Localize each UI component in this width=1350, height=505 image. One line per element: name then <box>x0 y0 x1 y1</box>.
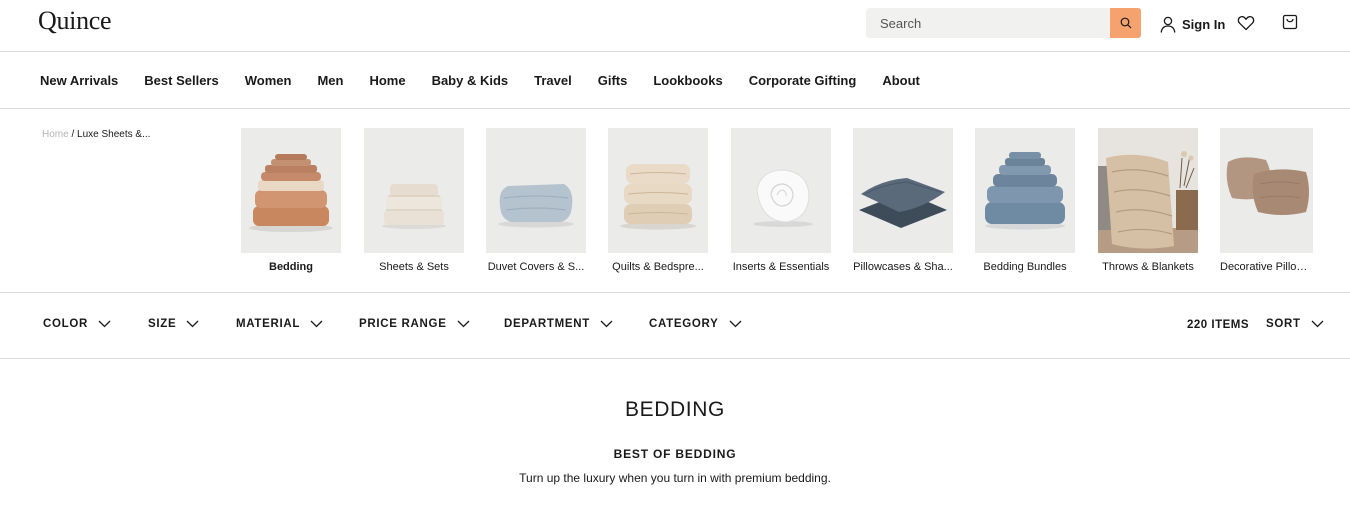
filter-bar: COLOR SIZE MATERIAL PRICE RANGE DEPARTME… <box>0 293 1350 359</box>
category-tile-bedding-bundles[interactable]: Bedding Bundles <box>975 128 1075 273</box>
page-title: BEDDING <box>625 398 725 421</box>
items-count: 220 ITEMS <box>1187 319 1250 331</box>
chevron-down-icon <box>1311 320 1324 328</box>
category-label: Bedding <box>269 261 313 273</box>
folded-bedding-stack-image <box>241 128 341 253</box>
nav-item-about[interactable]: About <box>882 73 920 88</box>
search-input[interactable] <box>866 8 1110 38</box>
page-subtitle: BEST OF BEDDING <box>613 447 737 461</box>
decorative-pillow-image <box>1220 128 1313 253</box>
chevron-down-icon <box>186 320 199 328</box>
search-bar <box>866 8 1141 38</box>
sign-in-link[interactable]: Sign In <box>1160 14 1225 34</box>
category-label: Inserts & Essentials <box>732 261 830 273</box>
sort-dropdown[interactable]: SORT <box>1266 318 1324 330</box>
category-tile-throws[interactable]: Throws & Blankets <box>1098 128 1198 273</box>
nav-item-travel[interactable]: Travel <box>534 73 572 88</box>
filter-size[interactable]: SIZE <box>148 318 199 330</box>
filter-label: DEPARTMENT <box>504 318 591 330</box>
category-tile-inserts[interactable]: Inserts & Essentials <box>731 128 831 273</box>
nav-item-new-arrivals[interactable]: New Arrivals <box>40 73 118 88</box>
breadcrumb: Home / Luxe Sheets &... <box>42 129 150 140</box>
filter-label: PRICE RANGE <box>359 318 447 330</box>
user-icon <box>1160 16 1176 33</box>
filter-material[interactable]: MATERIAL <box>236 318 323 330</box>
category-label: Bedding Bundles <box>983 261 1067 273</box>
nav-list: New Arrivals Best Sellers Women Men Home… <box>40 73 920 88</box>
bedding-bundle-image <box>975 128 1075 253</box>
filter-color[interactable]: COLOR <box>43 318 111 330</box>
pillowcases-image <box>853 128 953 253</box>
chevron-down-icon <box>98 320 111 328</box>
category-tile-sheets-sets[interactable]: Sheets & Sets <box>364 128 464 273</box>
rolled-insert-image <box>731 128 831 253</box>
category-label: Pillowcases & Sha... <box>853 261 953 273</box>
category-strip: Home / Luxe Sheets &... Bedding Sheets &… <box>0 109 1350 293</box>
nav-item-home[interactable]: Home <box>369 73 405 88</box>
page-description: Turn up the luxury when you turn in with… <box>519 471 831 485</box>
sort-label: SORT <box>1266 318 1301 330</box>
wishlist-button[interactable] <box>1237 14 1255 32</box>
filter-label: SIZE <box>148 318 177 330</box>
filter-label: MATERIAL <box>236 318 301 330</box>
nav-item-best-sellers[interactable]: Best Sellers <box>144 73 218 88</box>
nav-item-men[interactable]: Men <box>317 73 343 88</box>
cart-button[interactable] <box>1281 13 1299 31</box>
breadcrumb-current: Luxe Sheets &... <box>77 129 151 140</box>
nav-item-corporate-gifting[interactable]: Corporate Gifting <box>749 73 857 88</box>
sign-in-label: Sign In <box>1182 16 1226 32</box>
folded-sheets-image <box>364 128 464 253</box>
nav-item-women[interactable]: Women <box>245 73 292 88</box>
nav-item-baby-kids[interactable]: Baby & Kids <box>432 73 509 88</box>
collection-header: BEDDING BEST OF BEDDING Turn up the luxu… <box>0 359 1350 505</box>
category-tile-quilts[interactable]: Quilts & Bedspre... <box>608 128 708 273</box>
heart-icon <box>1237 15 1255 31</box>
search-icon <box>1120 17 1131 29</box>
category-label: Quilts & Bedspre... <box>612 261 704 273</box>
category-label: Sheets & Sets <box>379 261 449 273</box>
category-label: Throws & Blankets <box>1102 261 1194 273</box>
duvet-cover-image <box>486 128 586 253</box>
chevron-down-icon <box>310 320 323 328</box>
breadcrumb-home[interactable]: Home <box>42 129 69 140</box>
search-button[interactable] <box>1110 8 1141 38</box>
chevron-down-icon <box>457 320 470 328</box>
shopping-bag-icon <box>1282 14 1298 30</box>
breadcrumb-separator: / <box>71 129 75 140</box>
category-tile-decorative-pillows[interactable]: Decorative Pillow ... <box>1220 128 1313 273</box>
filter-category[interactable]: CATEGORY <box>649 318 742 330</box>
filter-label: CATEGORY <box>649 318 719 330</box>
category-tile-bedding[interactable]: Bedding <box>241 128 341 273</box>
site-header: Quince Sign In <box>0 0 1350 52</box>
category-label: Duvet Covers & S... <box>487 261 585 273</box>
filter-department[interactable]: DEPARTMENT <box>504 318 613 330</box>
nav-item-gifts[interactable]: Gifts <box>598 73 628 88</box>
nav-item-lookbooks[interactable]: Lookbooks <box>653 73 722 88</box>
throw-blanket-image <box>1098 128 1198 253</box>
category-tile-pillowcases[interactable]: Pillowcases & Sha... <box>853 128 953 273</box>
quilts-image <box>608 128 708 253</box>
chevron-down-icon <box>729 320 741 328</box>
category-tile-duvet-covers[interactable]: Duvet Covers & S... <box>486 128 586 273</box>
quince-logo[interactable]: Quince <box>38 6 112 36</box>
chevron-down-icon <box>600 320 613 328</box>
filter-label: COLOR <box>43 318 89 330</box>
filter-price-range[interactable]: PRICE RANGE <box>359 318 470 330</box>
category-label: Decorative Pillow ... <box>1220 261 1313 273</box>
main-navigation: New Arrivals Best Sellers Women Men Home… <box>0 52 1350 109</box>
